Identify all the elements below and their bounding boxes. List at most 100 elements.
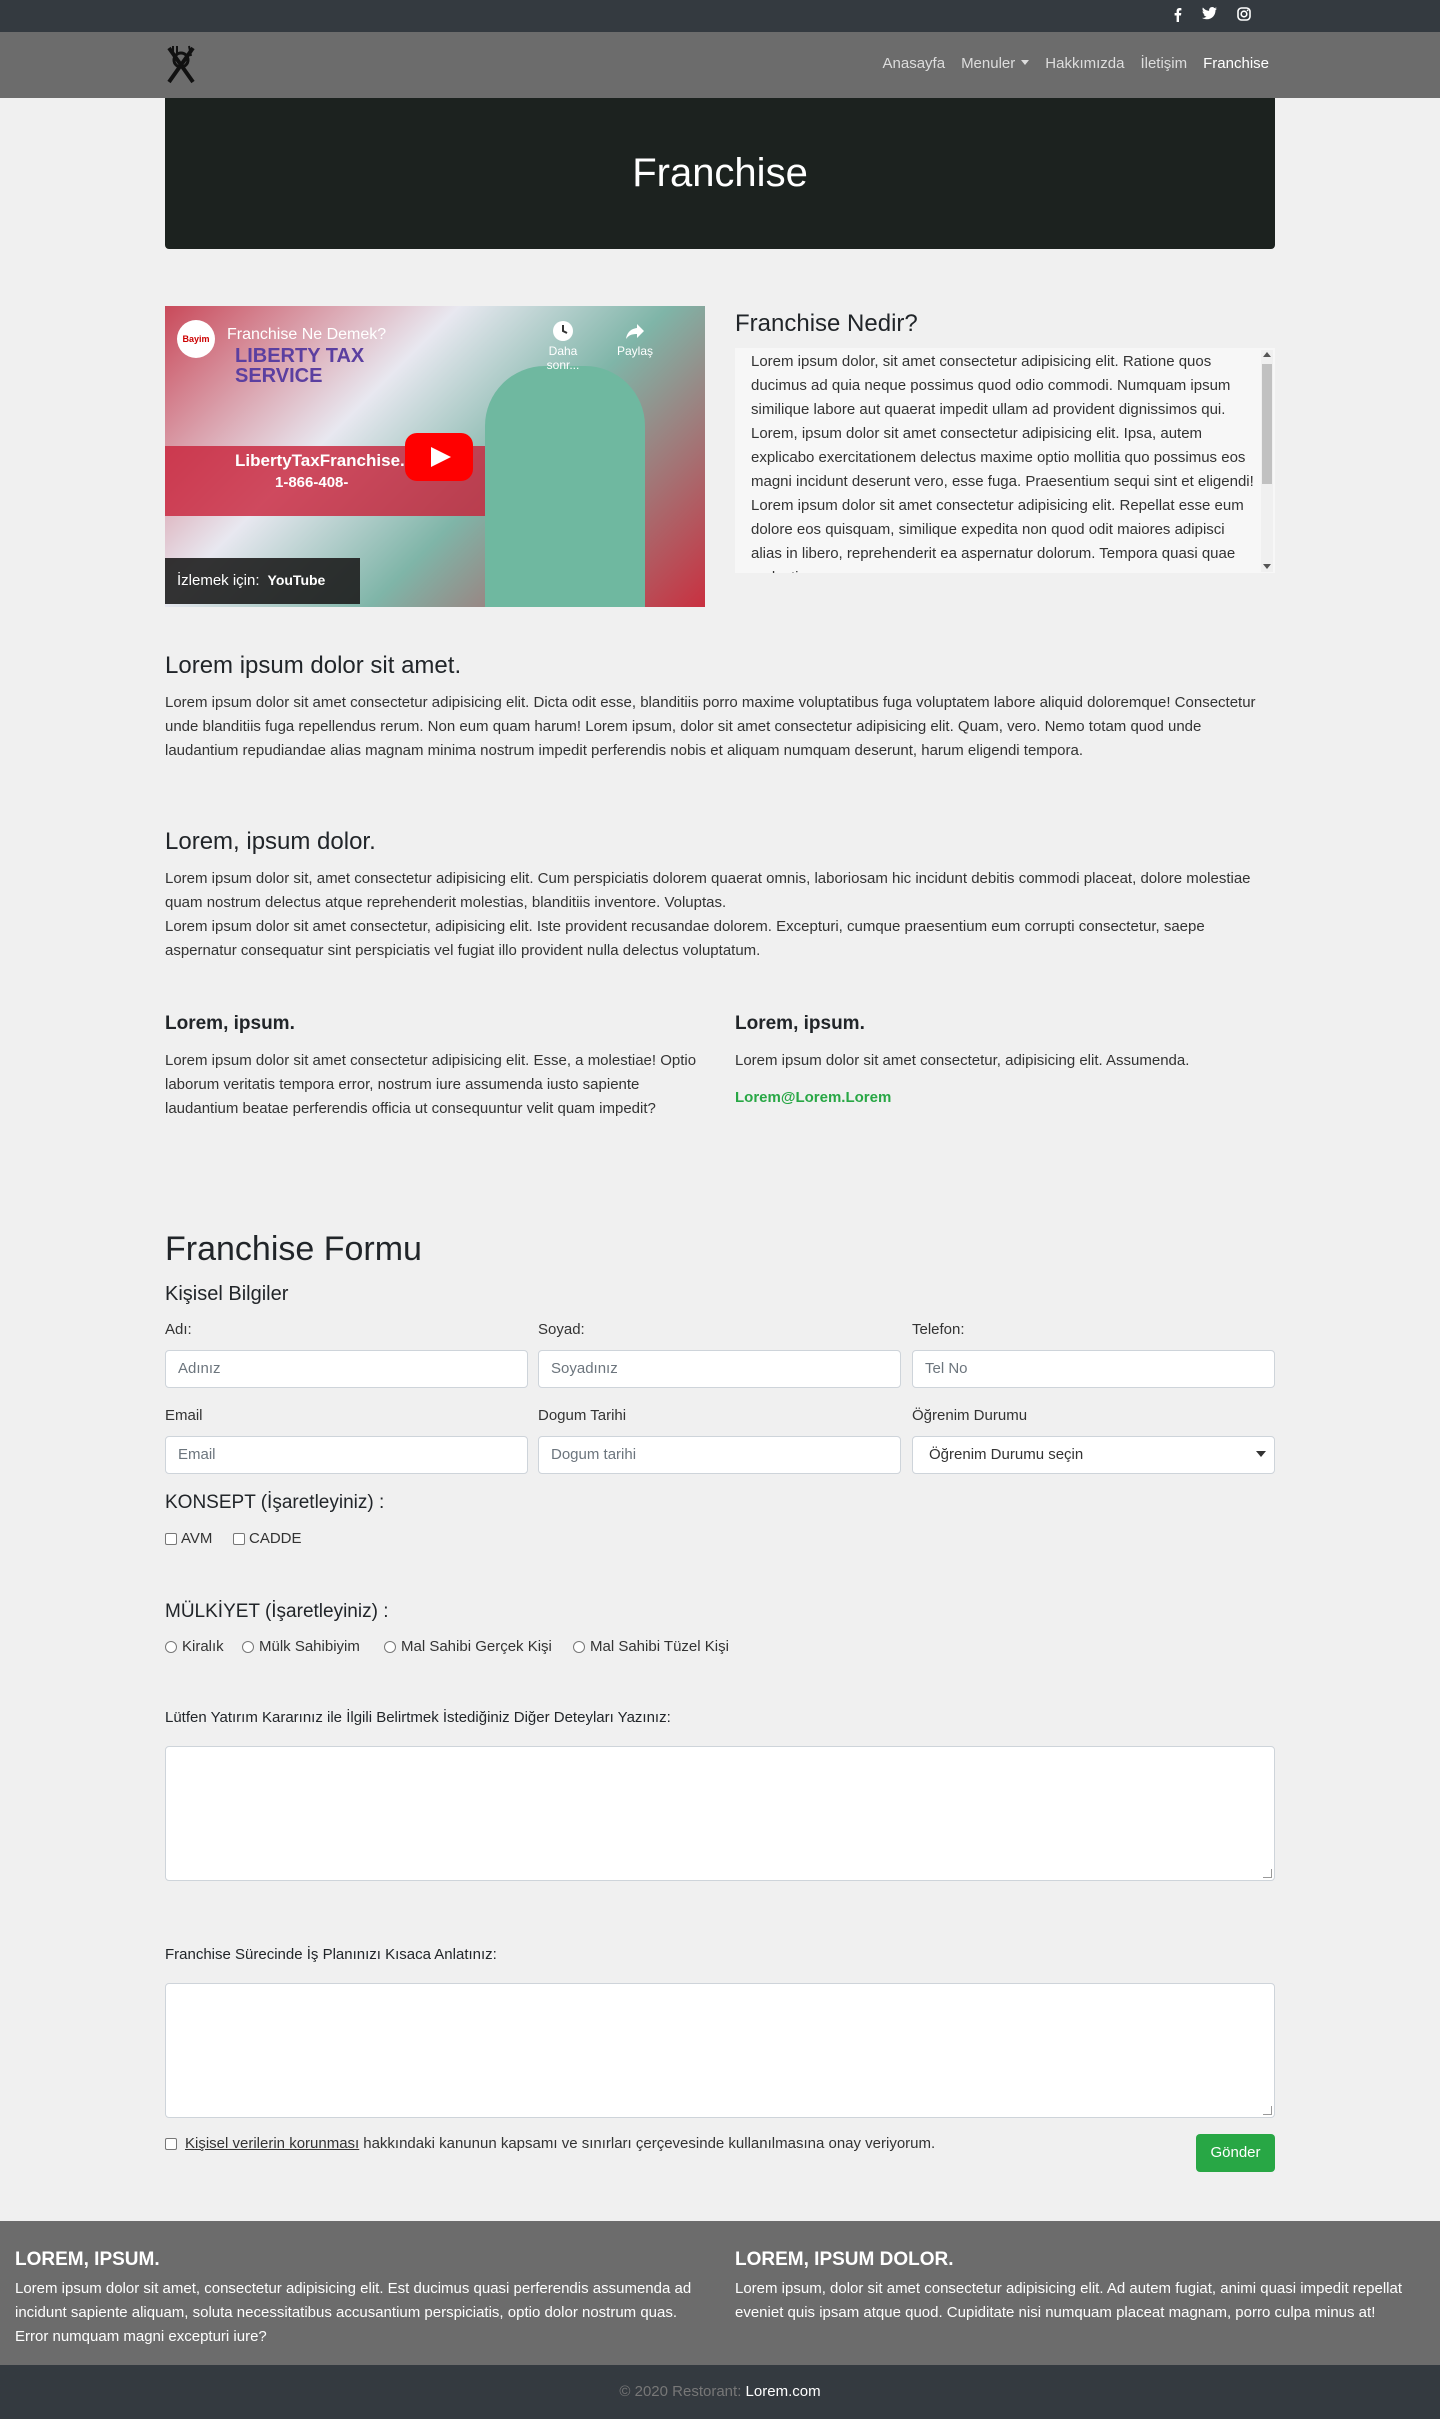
radio-circle[interactable] [384, 1640, 396, 1653]
phone-input[interactable]: Tel No [912, 1350, 1275, 1388]
surname-label: Soyad: [538, 1321, 585, 1338]
nav-link-anasayfa[interactable]: Anasayfa [883, 55, 946, 72]
nav-link-franchise[interactable]: Franchise [1203, 55, 1269, 72]
watch-later-label: Daha sonr... [546, 344, 580, 372]
details-label: Lütfen Yatırım Kararınız ile İlgili Beli… [165, 1709, 671, 1726]
hero-banner: Franchise [165, 98, 1275, 249]
consent-checkbox-row[interactable]: Kişisel verilerin korunması hakkındaki k… [165, 2135, 935, 2152]
birthdate-label: Dogum Tarihi [538, 1407, 627, 1424]
concept-avm-checkbox[interactable]: AVM [165, 1530, 212, 1547]
share-button[interactable]: Paylaş [615, 320, 655, 358]
form-subtitle: Kişisel Bilgiler [165, 1283, 289, 1305]
radio-circle[interactable] [165, 1640, 177, 1653]
concept-cadde-label: CADDE [249, 1530, 302, 1547]
left-column-title: Lorem, ipsum. [165, 1013, 295, 1034]
section1-text: Lorem ipsum dolor sit amet consectetur a… [165, 694, 1256, 759]
business-plan-label: Franchise Sürecinde İş Planınızı Kısaca … [165, 1946, 497, 1963]
chevron-down-icon [1021, 60, 1030, 65]
franchise-what-text: Lorem ipsum dolor, sit amet consectetur … [751, 353, 1254, 573]
email-input[interactable]: Email [165, 1436, 528, 1474]
ownership-person-radio[interactable]: Mal Sahibi Gerçek Kişi [384, 1638, 552, 1655]
nav-link-iletisim[interactable]: İletişim [1140, 55, 1187, 72]
concept-title: KONSEPT (İşaretleyiniz) : [165, 1492, 385, 1513]
right-column-title: Lorem, ipsum. [735, 1013, 865, 1034]
nav-link-menuler-label: Menuler [961, 55, 1016, 72]
left-column-text: Lorem ipsum dolor sit amet consectetur a… [165, 1052, 697, 1117]
video-thumbnail-figure [485, 366, 645, 607]
video-title[interactable]: Franchise Ne Demek? [227, 326, 386, 344]
scrollbar-thumb[interactable] [1262, 364, 1272, 484]
youtube-video-player[interactable]: LIBERTY TAX SERVICE LibertyTaxFranchise.… [165, 306, 705, 607]
scroll-down-icon[interactable] [1263, 564, 1271, 569]
right-column-text: Lorem ipsum dolor sit amet consectetur, … [735, 1052, 1190, 1069]
scroll-up-icon[interactable] [1263, 352, 1271, 357]
footer: LOREM, IPSUM. Lorem ipsum dolor sit amet… [0, 2221, 1440, 2365]
surname-input[interactable]: Soyadınız [538, 1350, 901, 1388]
details-textarea[interactable] [165, 1746, 1275, 1881]
copyright-link[interactable]: Lorem.com [746, 2383, 821, 2400]
copyright-bar: © 2020 Restorant: Lorem.com [0, 2365, 1440, 2419]
ownership-company-label: Mal Sahibi Tüzel Kişi [590, 1638, 729, 1655]
twitter-icon[interactable] [1200, 7, 1218, 25]
section2-title: Lorem, ipsum dolor. [165, 828, 376, 855]
phone-label: Telefon: [912, 1321, 965, 1338]
section1-title: Lorem ipsum dolor sit amet. [165, 652, 462, 679]
section2-text2: Lorem ipsum dolor sit amet consectetur, … [165, 918, 1205, 959]
education-label: Öğrenim Durumu [912, 1407, 1028, 1424]
share-label: Paylaş [616, 344, 654, 358]
watch-later-button[interactable]: Daha sonr... [533, 320, 593, 372]
instagram-icon[interactable] [1235, 7, 1253, 25]
education-select[interactable]: Öğrenim Durumu seçin [912, 1436, 1275, 1474]
checkbox-box[interactable] [165, 1532, 177, 1545]
footer-right-text: Lorem ipsum, dolor sit amet consectetur … [735, 2280, 1402, 2321]
submit-button[interactable]: Gönder [1196, 2134, 1275, 2172]
ownership-rent-radio[interactable]: Kiralık [165, 1638, 224, 1655]
franchise-what-title: Franchise Nedir? [735, 310, 918, 337]
footer-right-title: LOREM, IPSUM DOLOR. [735, 2249, 954, 2270]
concept-avm-label: AVM [181, 1530, 213, 1547]
watch-on-youtube-button[interactable]: İzlemek için: YouTube [165, 558, 360, 604]
watch-on-label: İzlemek için: [177, 572, 260, 589]
email-label: Email [165, 1407, 203, 1424]
video-phone-text: 1-866-408- [275, 474, 349, 491]
chevron-down-icon [1256, 1451, 1266, 1457]
channel-avatar[interactable]: Bayim [177, 320, 215, 358]
copyright-text: © 2020 Restorant: [619, 2383, 742, 2400]
form-title: Franchise Formu [165, 1230, 422, 1268]
ownership-owner-radio[interactable]: Mülk Sahibiyim [242, 1638, 360, 1655]
nav-link-hakkimizda[interactable]: Hakkımızda [1045, 55, 1124, 72]
page-title: Franchise [632, 151, 808, 195]
franchise-what-scrollbox[interactable]: Lorem ipsum dolor, sit amet consectetur … [735, 348, 1275, 573]
ownership-rent-label: Kiralık [182, 1638, 224, 1655]
footer-left-text: Lorem ipsum dolor sit amet, consectetur … [15, 2280, 692, 2345]
contact-email-link[interactable]: Lorem@Lorem.Lorem [735, 1089, 891, 1106]
scrollbar[interactable] [1261, 350, 1273, 572]
concept-cadde-checkbox[interactable]: CADDE [233, 1530, 302, 1547]
radio-circle[interactable] [573, 1640, 585, 1653]
facebook-icon[interactable] [1168, 7, 1186, 25]
play-icon[interactable] [405, 433, 473, 481]
nav-links: Anasayfa Menuler Hakkımızda İletişim Fra… [867, 55, 1269, 72]
video-sign-text: LIBERTY TAX SERVICE [235, 345, 365, 387]
name-input[interactable]: Adınız [165, 1350, 528, 1388]
ownership-title: MÜLKİYET (İşaretleyiniz) : [165, 1601, 389, 1622]
ownership-company-radio[interactable]: Mal Sahibi Tüzel Kişi [573, 1638, 729, 1655]
consent-checkbox[interactable] [165, 2137, 177, 2150]
youtube-logo: YouTube [267, 572, 326, 588]
footer-left-title: LOREM, IPSUM. [15, 2249, 160, 2270]
navbar: Anasayfa Menuler Hakkımızda İletişim Fra… [0, 32, 1440, 98]
business-plan-textarea[interactable] [165, 1983, 1275, 2118]
privacy-policy-link[interactable]: Kişisel verilerin korunması [185, 2135, 359, 2152]
education-select-value: Öğrenim Durumu seçin [929, 1446, 1084, 1463]
checkbox-box[interactable] [233, 1532, 245, 1545]
nav-link-menuler[interactable]: Menuler [961, 55, 1030, 72]
top-bar [0, 0, 1440, 32]
birthdate-input[interactable]: Dogum tarihi [538, 1436, 901, 1474]
section2-text1: Lorem ipsum dolor sit, amet consectetur … [165, 870, 1251, 911]
restaurant-logo[interactable] [163, 44, 199, 86]
name-label: Adı: [165, 1321, 192, 1338]
radio-circle[interactable] [242, 1640, 254, 1653]
share-icon [626, 324, 644, 339]
consent-text: hakkındaki kanunun kapsamı ve sınırları … [363, 2135, 936, 2152]
ownership-person-label: Mal Sahibi Gerçek Kişi [401, 1638, 552, 1655]
